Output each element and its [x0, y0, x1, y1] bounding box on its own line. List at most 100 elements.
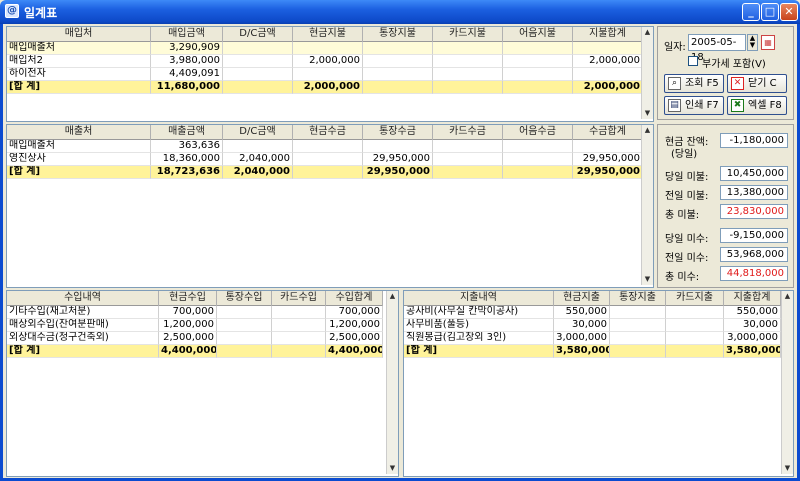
printer-icon: ▤ [668, 99, 681, 112]
income-header-row: 수입내역 현금수입 통장수입 카드수입 수입합계 [7, 291, 383, 306]
purchase-column-header[interactable]: 카드지불 [433, 27, 503, 42]
sales-column-header[interactable]: 카드수금 [433, 125, 503, 140]
sales-column-header[interactable]: 매출금액 [151, 125, 223, 140]
expense-header-row: 지출내역 현금지출 통장지출 카드지출 지출합계 [404, 291, 781, 306]
expense-scrollbar[interactable]: ▲ ▼ [781, 291, 793, 474]
vat-checkbox[interactable] [688, 56, 698, 66]
query-button[interactable]: ⌕ 조회 F5 [664, 74, 724, 93]
sales-column-header[interactable]: 통장수금 [363, 125, 433, 140]
purchase-grid[interactable]: 매입처 매입금액 D/C금액 현금지불 통장지불 카드지불 어음지불 지불합계 매입매출처 3,2… [6, 26, 654, 122]
purchase-cell [433, 42, 503, 55]
purchase-cell [363, 81, 433, 94]
purchase-column-header[interactable]: 통장지불 [363, 27, 433, 42]
minimize-button[interactable]: _ [742, 3, 760, 21]
close-button[interactable]: ✕ [780, 3, 798, 21]
summary-panel: 현금 잔액: (당일) -1,180,000 당일 미불: 10,450,000… [657, 124, 794, 288]
print-button[interactable]: ▤ 인쇄 F7 [664, 96, 724, 115]
expense-column-header[interactable]: 지출내역 [404, 291, 554, 306]
income-total-row[interactable]: [합 계] 4,400,000 4,400,000 [7, 345, 383, 358]
expense-row[interactable]: 직원봉급(김고창외 3인) 3,000,000 3,000,000 [404, 332, 781, 345]
scroll-up-arrow-icon[interactable]: ▲ [387, 291, 398, 302]
scroll-up-arrow-icon[interactable]: ▲ [642, 125, 653, 136]
receivable-today-label: 당일 미수: [665, 234, 709, 245]
receivable-today-value: -9,150,000 [720, 228, 788, 243]
date-spinner[interactable]: ▲ ▼ [747, 34, 758, 51]
purchase-cell: 2,000,000 [573, 81, 643, 94]
purchase-column-header[interactable]: 매입처 [7, 27, 151, 42]
scroll-up-arrow-icon[interactable]: ▲ [642, 27, 653, 38]
maximize-button[interactable]: □ [761, 3, 779, 21]
purchase-column-header[interactable]: 어음지불 [503, 27, 573, 42]
income-column-header[interactable]: 카드수입 [272, 291, 326, 306]
expense-cell [666, 345, 724, 358]
income-row[interactable]: 매상외수입(잔여분판매) 1,200,000 1,200,000 [7, 319, 383, 332]
expense-cell: [합 계] [404, 345, 554, 358]
date-input[interactable]: 2005-05-18 [688, 34, 746, 63]
income-cell: [합 계] [7, 345, 159, 358]
close-window-button[interactable]: ✕ 닫기 C [727, 74, 787, 93]
income-cell: 700,000 [326, 306, 383, 319]
expense-cell: 3,000,000 [554, 332, 610, 345]
income-scrollbar[interactable]: ▲ ▼ [386, 291, 398, 474]
purchase-total-row[interactable]: [합 계] 11,680,000 2,000,000 2,000,000 [7, 81, 643, 94]
purchase-cell [433, 68, 503, 81]
sales-cell: 29,950,000 [363, 153, 433, 166]
purchase-row[interactable]: 매입처2 3,980,000 2,000,000 2,000,000 [7, 55, 643, 68]
expense-row[interactable]: 사무비품(풀등) 30,000 30,000 [404, 319, 781, 332]
purchase-column-header[interactable]: D/C금액 [223, 27, 293, 42]
excel-button[interactable]: ✖ 엑셀 F8 [727, 96, 787, 115]
expense-row[interactable]: 공사비(사무실 칸막이공사) 550,000 550,000 [404, 306, 781, 319]
expense-grid[interactable]: 지출내역 현금지출 통장지출 카드지출 지출합계 공사비(사무실 칸막이공사) 550,00… [403, 290, 794, 477]
purchase-cell: 2,000,000 [293, 81, 363, 94]
purchase-cell: 3,980,000 [151, 55, 223, 68]
purchase-row[interactable]: 매입매출처 3,290,909 [7, 42, 643, 55]
purchase-column-header[interactable]: 현금지불 [293, 27, 363, 42]
expense-column-header[interactable]: 지출합계 [724, 291, 781, 306]
expense-column-header[interactable]: 통장지출 [610, 291, 666, 306]
purchase-cell [433, 81, 503, 94]
control-panel: 일자: 2005-05-18 ▲▼ ▦ 부가세 포함(V) ⌕조회 F5 ✕닫기… [657, 26, 794, 120]
scroll-down-arrow-icon[interactable]: ▼ [642, 108, 653, 119]
purchase-scrollbar[interactable]: ▲ ▼ [641, 27, 653, 119]
unpaid-today-label: 당일 미불: [665, 172, 709, 183]
income-column-header[interactable]: 수입합계 [326, 291, 383, 306]
expense-cell [610, 345, 666, 358]
sales-column-header[interactable]: D/C금액 [223, 125, 293, 140]
scroll-up-arrow-icon[interactable]: ▲ [782, 291, 793, 302]
sales-cell [433, 140, 503, 153]
purchase-row[interactable]: 하이전자 4,409,091 [7, 68, 643, 81]
income-column-header[interactable]: 통장수입 [217, 291, 272, 306]
sales-row[interactable]: 영진상사 18,360,000 2,040,000 29,950,000 29,950,… [7, 153, 643, 166]
purchase-cell [363, 42, 433, 55]
scroll-down-arrow-icon[interactable]: ▼ [782, 463, 793, 474]
sales-row[interactable]: 매입매출처 363,636 [7, 140, 643, 153]
purchase-column-header[interactable]: 매입금액 [151, 27, 223, 42]
sales-cell [503, 166, 573, 179]
purchase-cell [503, 81, 573, 94]
expense-column-header[interactable]: 현금지출 [554, 291, 610, 306]
sales-column-header[interactable]: 수금합계 [573, 125, 643, 140]
sales-grid[interactable]: 매출처 매출금액 D/C금액 현금수금 통장수금 카드수금 어음수금 수금합계 매입매출처 363… [6, 124, 654, 288]
income-column-header[interactable]: 현금수입 [159, 291, 217, 306]
sales-column-header[interactable]: 현금수금 [293, 125, 363, 140]
income-grid[interactable]: 수입내역 현금수입 통장수입 카드수입 수입합계 기타수입(재고처분) 700,000 700… [6, 290, 399, 477]
sales-column-header[interactable]: 매출처 [7, 125, 151, 140]
sales-scrollbar[interactable]: ▲ ▼ [641, 125, 653, 285]
expense-column-header[interactable]: 카드지출 [666, 291, 724, 306]
purchase-column-header[interactable]: 지불합계 [573, 27, 643, 42]
sales-total-row[interactable]: [합 계] 18,723,636 2,040,000 29,950,000 29,950… [7, 166, 643, 179]
purchase-cell [503, 42, 573, 55]
purchase-cell [433, 55, 503, 68]
expense-total-row[interactable]: [합 계] 3,580,000 3,580,000 [404, 345, 781, 358]
scroll-down-arrow-icon[interactable]: ▼ [642, 274, 653, 285]
sales-column-header[interactable]: 어음수금 [503, 125, 573, 140]
scroll-down-arrow-icon[interactable]: ▼ [387, 463, 398, 474]
receivable-prev-label: 전일 미수: [665, 253, 709, 264]
income-row[interactable]: 외상대수금(청구건축외) 2,500,000 2,500,000 [7, 332, 383, 345]
income-column-header[interactable]: 수입내역 [7, 291, 159, 306]
sales-cell: 29,950,000 [573, 166, 643, 179]
income-cell: 2,500,000 [326, 332, 383, 345]
calendar-icon[interactable]: ▦ [761, 35, 775, 50]
income-row[interactable]: 기타수입(재고처분) 700,000 700,000 [7, 306, 383, 319]
sales-cell: 29,950,000 [363, 166, 433, 179]
